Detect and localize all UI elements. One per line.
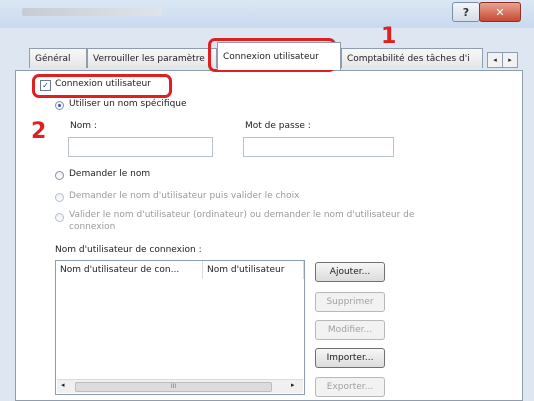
scroll-left-arrow-icon[interactable]: ◂ [61, 381, 65, 389]
name-input[interactable] [68, 137, 213, 157]
help-button[interactable]: ? [452, 2, 480, 22]
tab-scroll-right-button[interactable]: ▸ [502, 52, 518, 68]
callout-number-1: 1 [381, 24, 397, 49]
user-login-checkbox-label[interactable]: Connexion utilisateur [55, 79, 151, 89]
user-login-checkbox[interactable]: ✓ [40, 80, 51, 91]
window-title [22, 8, 162, 16]
password-label: Mot de passe : [245, 121, 311, 131]
login-names-list[interactable]: Nom d'utilisateur de con... Nom d'utilis… [55, 260, 305, 395]
login-names-title: Nom d'utilisateur de connexion : [55, 245, 202, 255]
tab-general[interactable]: Général [29, 48, 87, 68]
radio-validate-computer-label[interactable]: Valider le nom d'utilisateur (ordinateur… [69, 210, 414, 220]
tab-scroll-left-button[interactable]: ◂ [487, 52, 503, 68]
radio-validate-computer-label-line2[interactable]: connexion [69, 222, 115, 232]
export-button[interactable]: Exporter... [315, 377, 385, 397]
radio-specific-name-label[interactable]: Utiliser un nom spécifique [69, 99, 187, 109]
radio-ask-validate-label[interactable]: Demander le nom d'utilisateur puis valid… [69, 191, 299, 201]
radio-ask-name[interactable] [55, 171, 64, 180]
tab-job-accounting[interactable]: Comptabilité des tâches d'i [341, 48, 483, 68]
edit-button[interactable]: Modifier... [315, 320, 385, 340]
add-button[interactable]: Ajouter... [315, 262, 385, 282]
callout-number-2: 2 [31, 119, 47, 144]
password-input[interactable] [243, 137, 394, 157]
tab-bar: Général Verrouiller les paramètre Connex… [15, 38, 523, 72]
name-label: Nom : [70, 121, 97, 131]
horizontal-scrollbar[interactable]: ◂ III ▸ [57, 379, 303, 393]
radio-validate-computer[interactable] [55, 213, 64, 222]
scroll-right-arrow-icon[interactable]: ▸ [291, 381, 295, 389]
scroll-thumb[interactable]: III [75, 382, 272, 392]
tab-user-login[interactable]: Connexion utilisateur [217, 42, 341, 70]
radio-specific-name[interactable] [55, 101, 64, 110]
delete-button[interactable]: Supprimer [315, 292, 385, 312]
radio-ask-validate[interactable] [55, 193, 64, 202]
import-button[interactable]: Importer... [315, 348, 385, 368]
column-header-login-name[interactable]: Nom d'utilisateur de con... [56, 261, 203, 279]
radio-ask-name-label[interactable]: Demander le nom [69, 169, 150, 179]
column-header-user-name[interactable]: Nom d'utilisateur [203, 261, 304, 279]
close-button[interactable]: ✕ [479, 2, 521, 22]
tab-lock-settings[interactable]: Verrouiller les paramètre [87, 48, 217, 68]
